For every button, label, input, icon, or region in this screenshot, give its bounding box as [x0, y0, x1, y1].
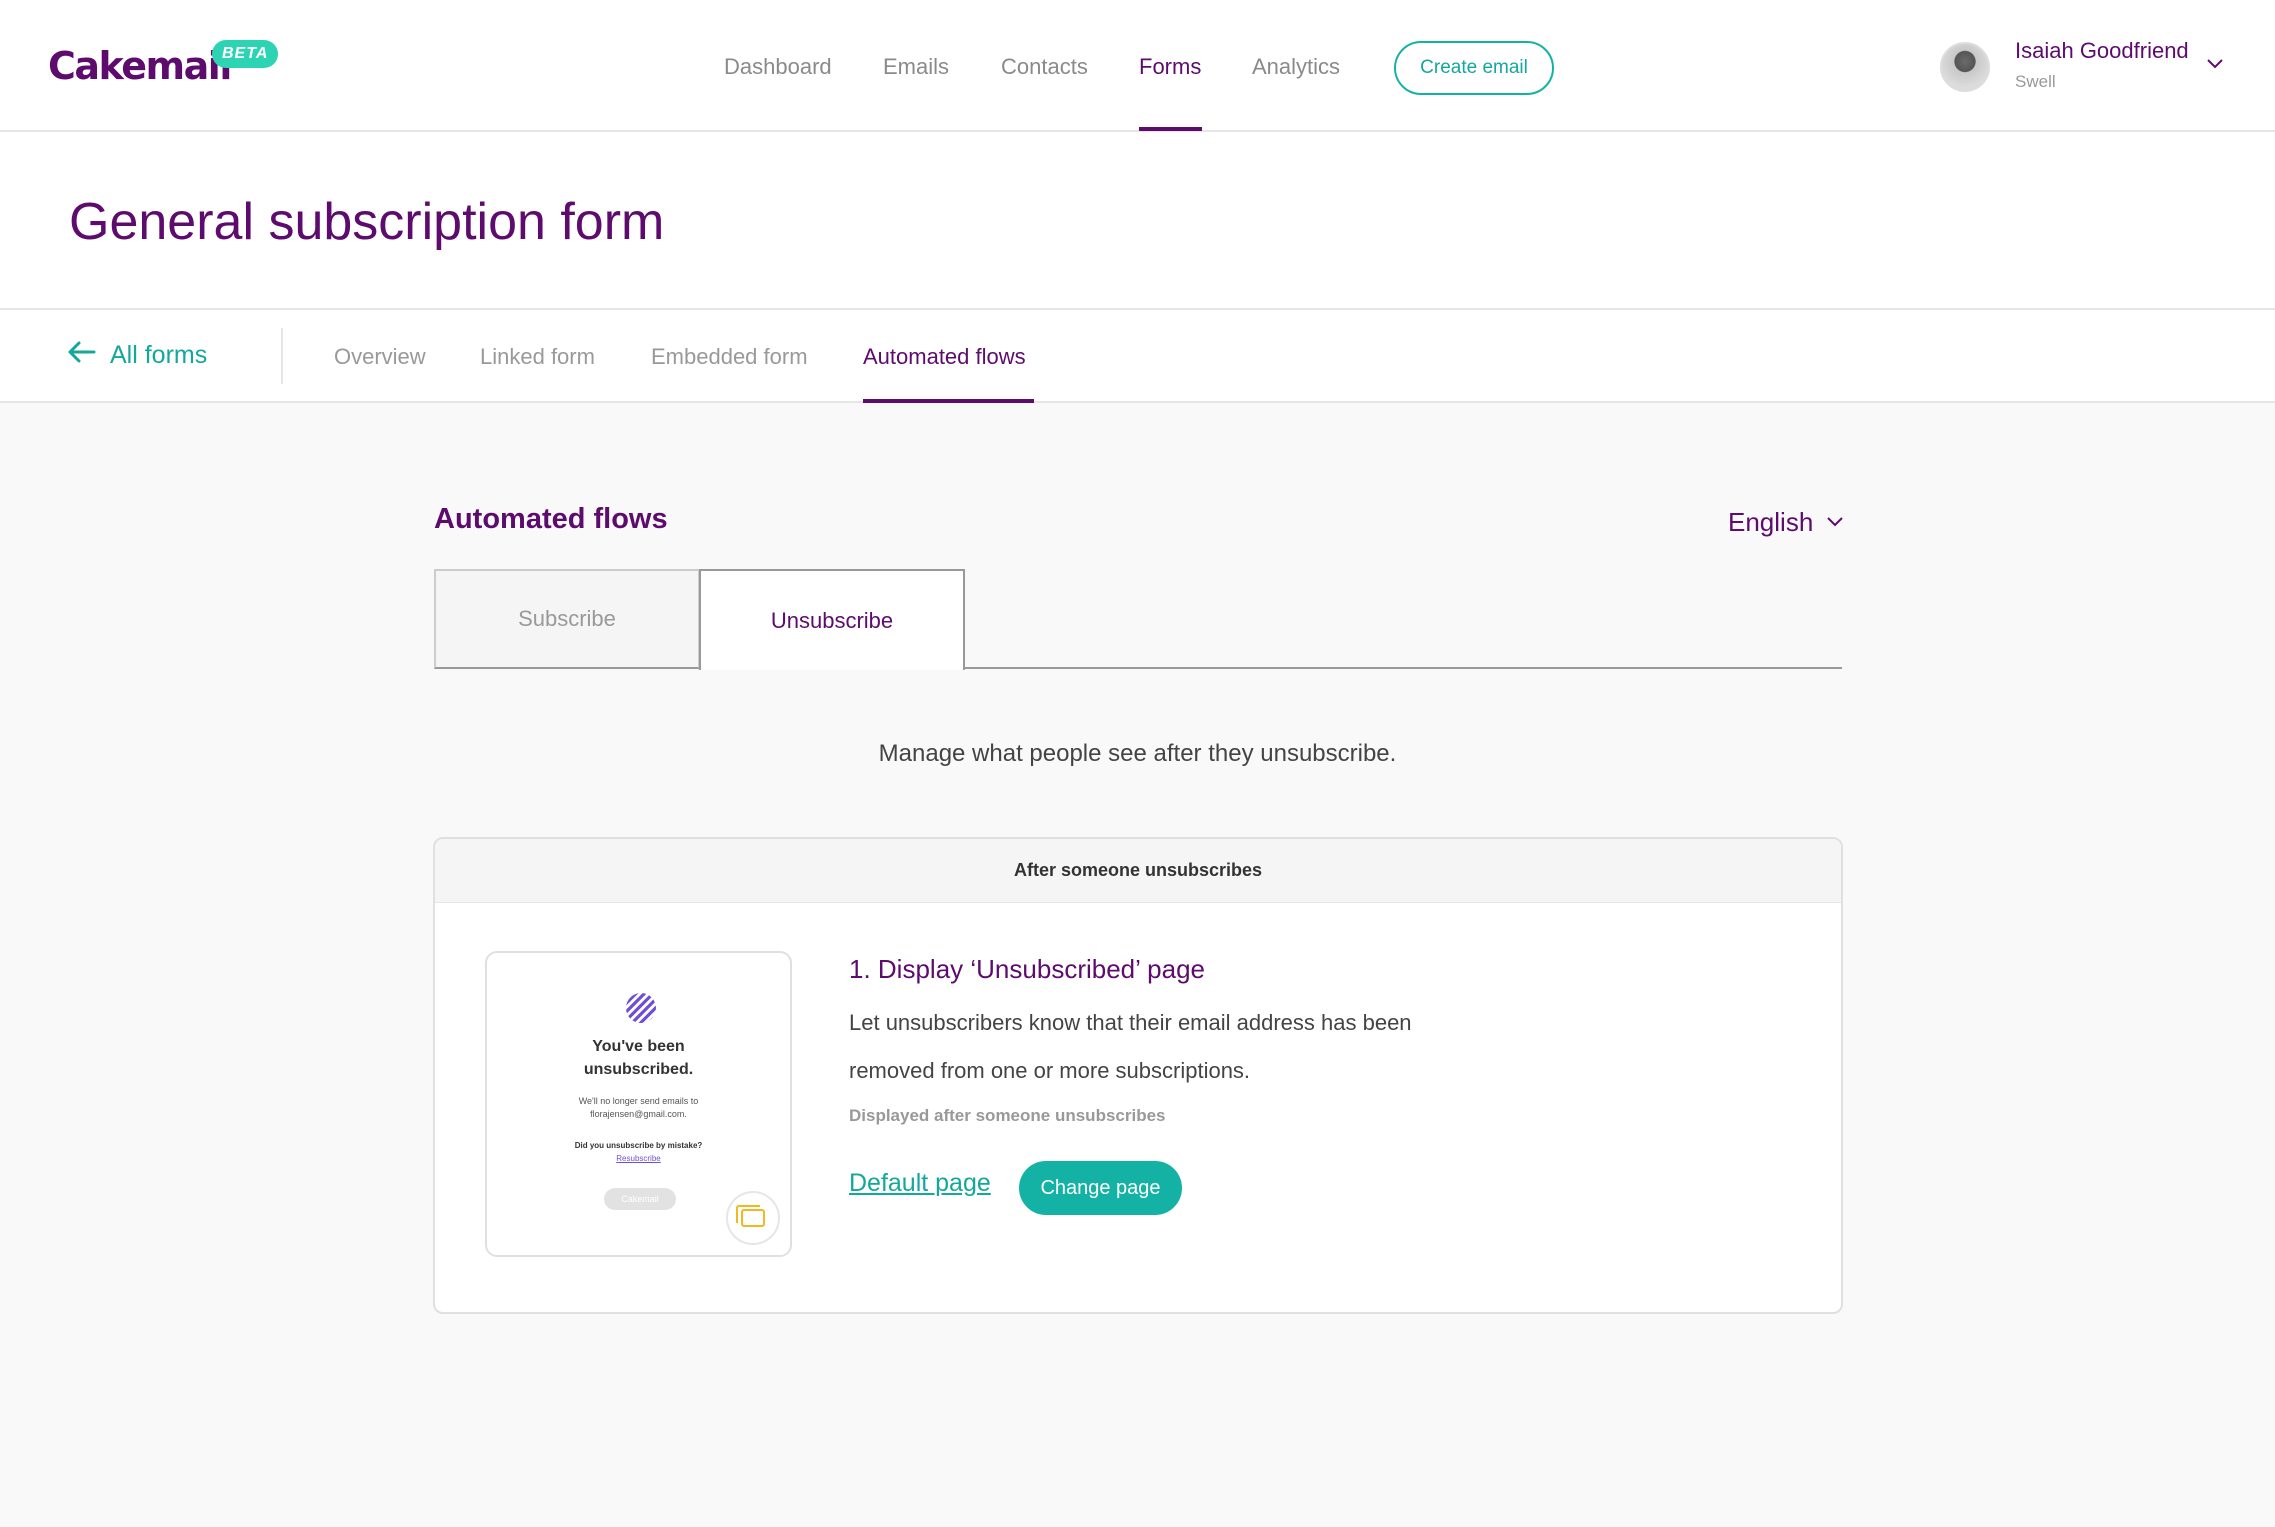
- template-badge[interactable]: [726, 1191, 780, 1245]
- default-page-link[interactable]: Default page: [849, 1169, 991, 1198]
- preview-body: We'll no longer send emails to florajens…: [578, 1096, 699, 1119]
- avatar[interactable]: [1940, 42, 1990, 92]
- step-description: Let unsubscribers know that their email …: [849, 1010, 1412, 1083]
- change-page-button[interactable]: Change page: [1019, 1161, 1182, 1215]
- language-label: English: [1728, 507, 1814, 537]
- card-header: After someone unsubscribes: [435, 839, 1841, 903]
- tab-subscribe[interactable]: Subscribe: [434, 569, 700, 669]
- top-navbar: Cakemail BETA Dashboard Emails Contacts …: [0, 0, 2275, 132]
- tab-overview[interactable]: Overview: [334, 344, 426, 370]
- nav-dashboard[interactable]: Dashboard: [724, 54, 832, 80]
- arrow-left-icon: [66, 340, 96, 370]
- preview-footer-button: Cakemail: [604, 1188, 676, 1210]
- cakemail-logo[interactable]: Cakemail: [48, 44, 232, 88]
- active-nav-indicator: [1139, 127, 1202, 131]
- divider: [281, 328, 283, 384]
- form-subnav: All forms Overview Linked form Embedded …: [0, 310, 2275, 403]
- nav-contacts[interactable]: Contacts: [1001, 54, 1088, 80]
- nav-analytics[interactable]: Analytics: [1252, 54, 1340, 80]
- brand-logo-icon: [626, 993, 656, 1023]
- tab-unsubscribe[interactable]: Unsubscribe: [699, 569, 965, 670]
- tab-linked-form[interactable]: Linked form: [480, 344, 595, 370]
- create-email-button[interactable]: Create email: [1394, 41, 1554, 95]
- template-icon: [736, 1205, 765, 1227]
- page-title: General subscription form: [69, 193, 665, 251]
- step-title: 1. Display ‘Unsubscribed’ page: [849, 954, 1206, 984]
- section-intro: Manage what people see after they unsubs…: [878, 740, 1397, 767]
- page-header: General subscription form: [0, 132, 2275, 310]
- back-to-all-forms-link[interactable]: All forms: [66, 340, 207, 370]
- preview-resubscribe-link: Resubscribe: [616, 1154, 661, 1163]
- tab-automated-flows[interactable]: Automated flows: [863, 344, 1026, 370]
- page-preview-thumbnail[interactable]: You've been unsubscribed. We'll no longe…: [485, 951, 792, 1257]
- nav-emails[interactable]: Emails: [883, 54, 949, 80]
- flow-card: After someone unsubscribes You've been u…: [433, 837, 1843, 1314]
- back-link-label: All forms: [110, 340, 208, 369]
- user-name[interactable]: Isaiah Goodfriend: [2015, 38, 2189, 64]
- user-org: Swell: [2015, 72, 2056, 91]
- nav-forms[interactable]: Forms: [1139, 54, 1201, 80]
- section-title: Automated flows: [434, 503, 668, 535]
- chevron-down-icon[interactable]: [2207, 56, 2223, 74]
- preview-title: You've been unsubscribed.: [583, 1038, 694, 1078]
- tab-embedded-form[interactable]: Embedded form: [651, 344, 808, 370]
- active-tab-indicator: [863, 399, 1034, 403]
- step-meta: Displayed after someone unsubscribes: [849, 1106, 1166, 1125]
- preview-question: Did you unsubscribe by mistake?: [574, 1141, 703, 1150]
- beta-badge: BETA: [212, 40, 279, 68]
- chevron-down-icon: [1827, 514, 1843, 532]
- language-select[interactable]: English: [1728, 507, 1843, 538]
